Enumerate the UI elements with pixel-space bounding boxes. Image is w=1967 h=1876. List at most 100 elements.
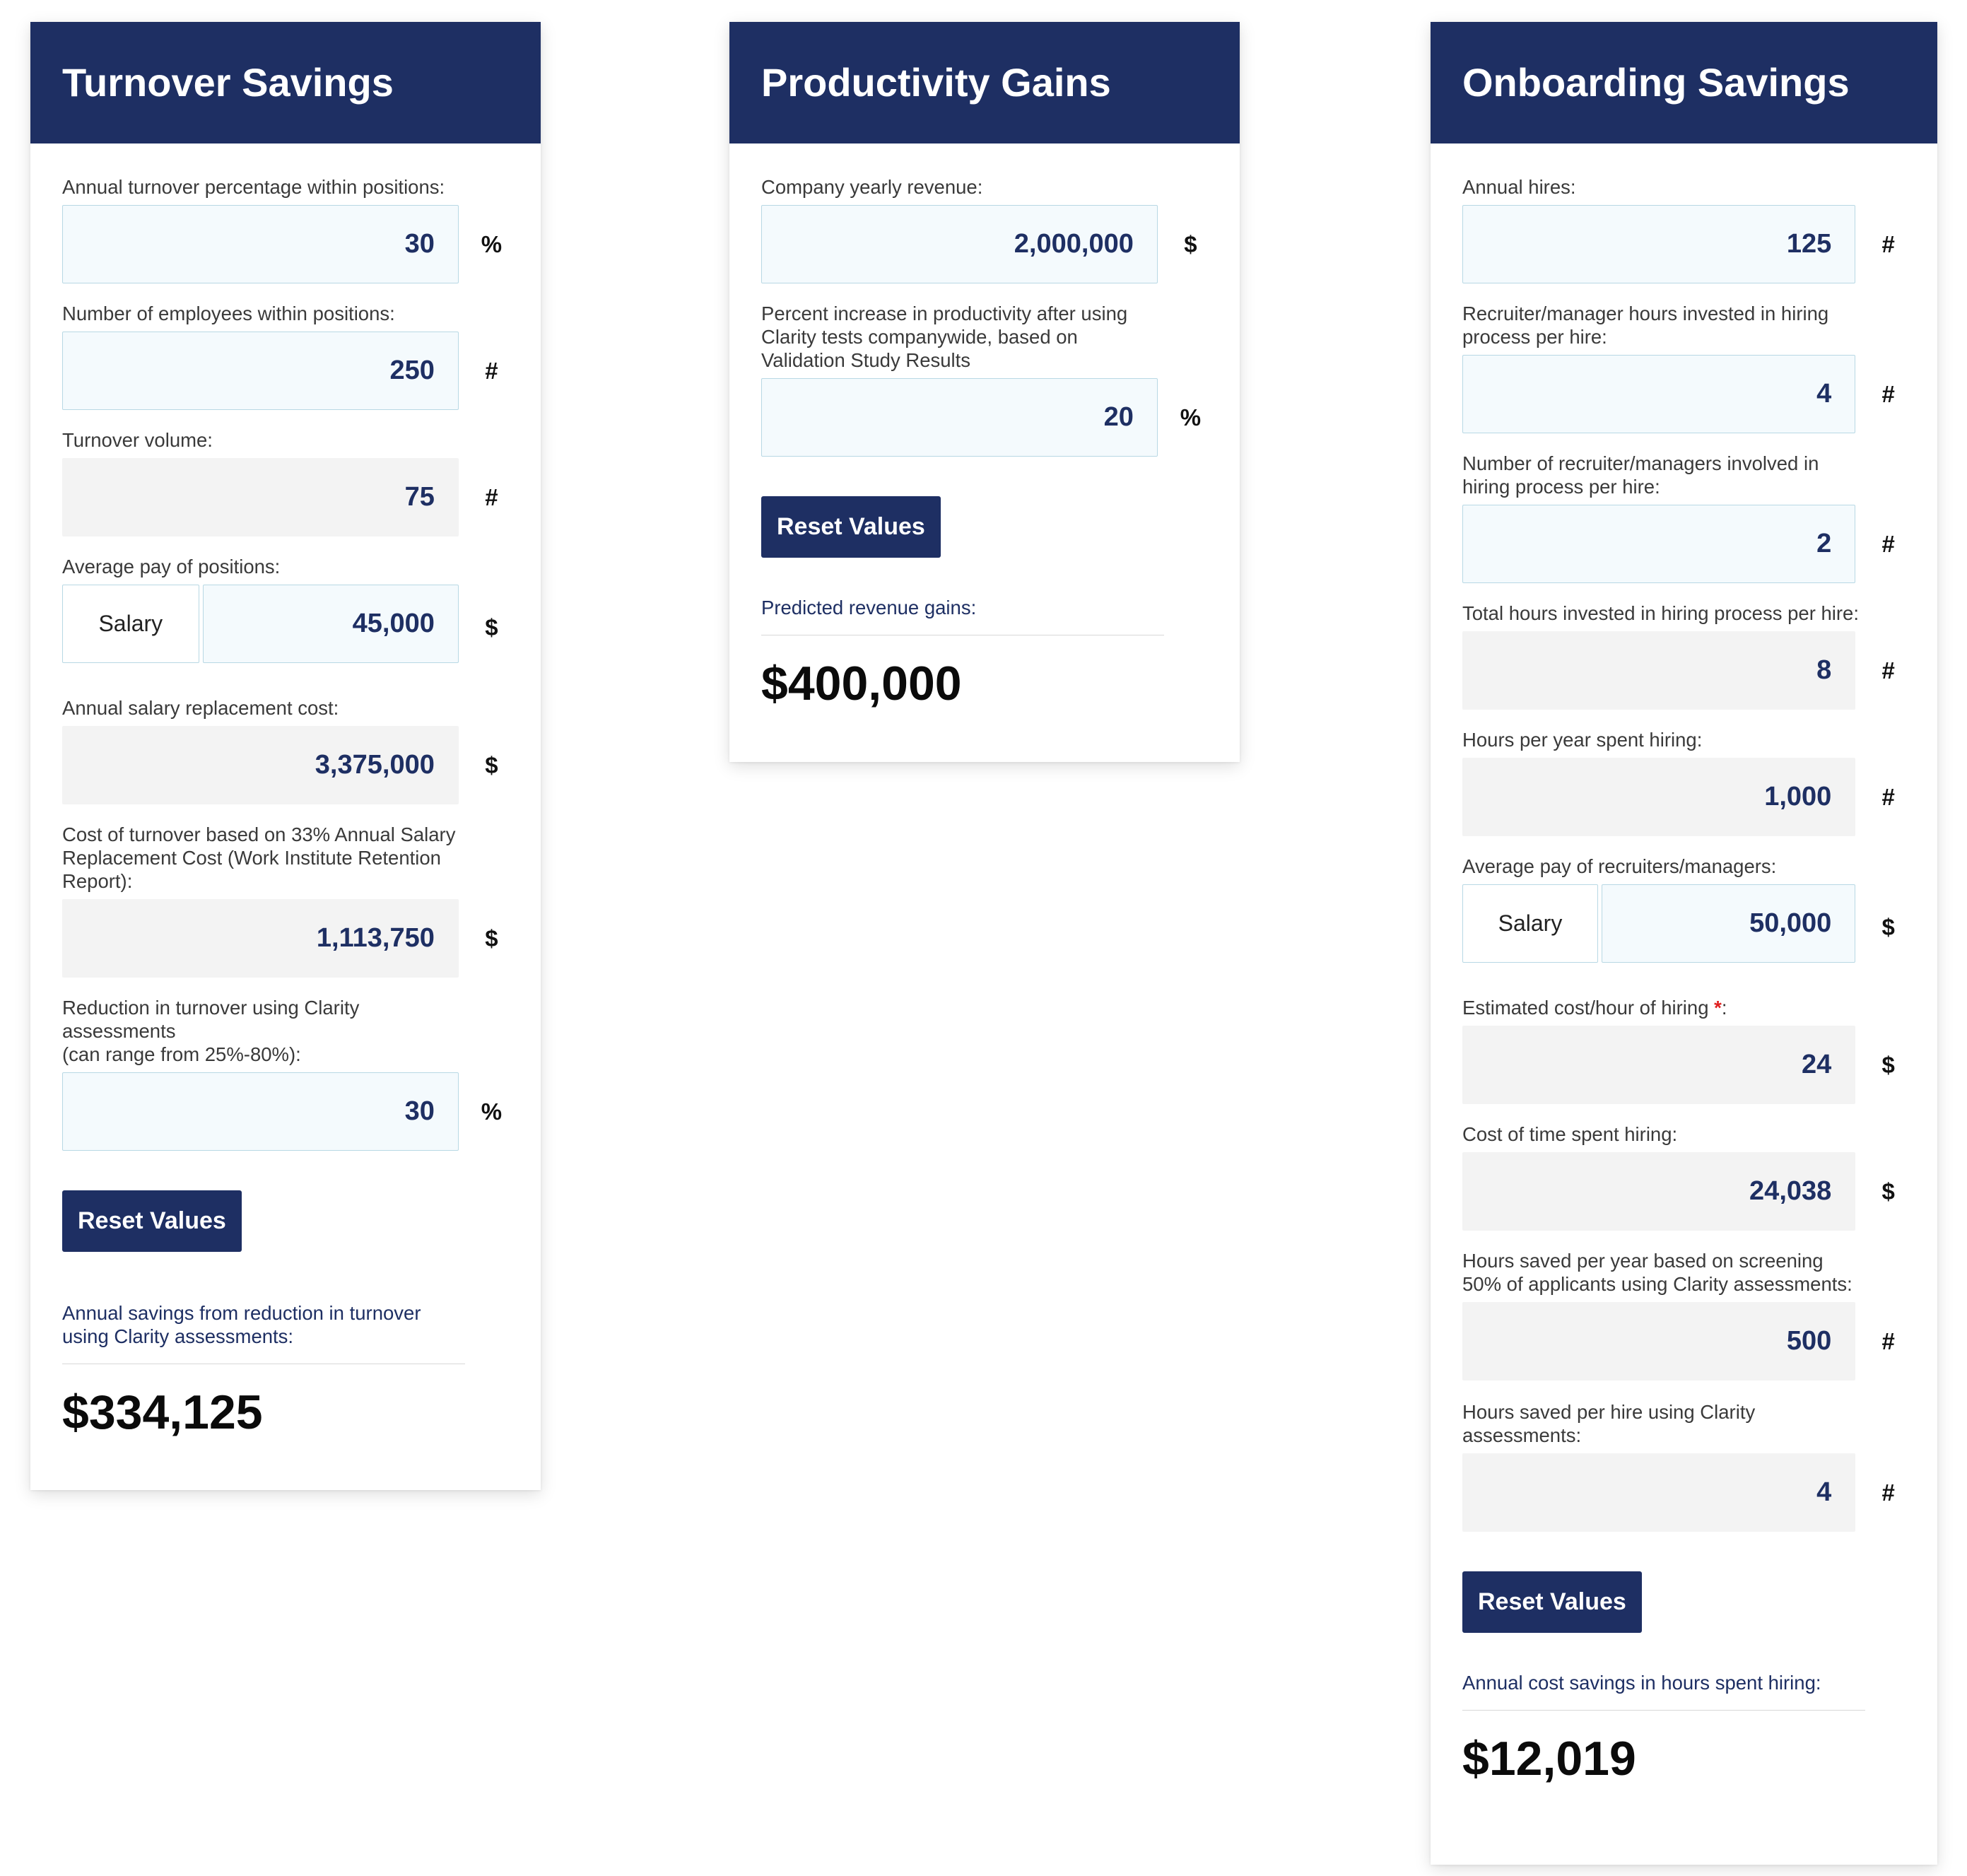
hours-saved-year-value: 500 [1462, 1302, 1856, 1380]
field-label: Hours per year spent hiring: [1462, 729, 1703, 751]
field-label: Number of recruiter/managers involved in… [1462, 452, 1819, 498]
field-label: Recruiter/manager hours invested in hiri… [1462, 303, 1829, 348]
unit-label: # [1881, 1479, 1895, 1506]
unit-label: $ [1184, 230, 1197, 257]
unit-label: # [1881, 230, 1895, 257]
reset-values-button[interactable]: Reset Values [761, 496, 941, 558]
recruiters-involved-field: Number of recruiter/managers involved in… [1462, 452, 1906, 583]
field-label-suffix: : [1721, 997, 1727, 1019]
cost-of-turnover-field: Cost of turnover based on 33% Annual Sal… [62, 823, 509, 978]
unit-label: # [1881, 530, 1895, 557]
unit-label: % [481, 1098, 503, 1125]
hours-per-hire-field: Recruiter/manager hours invested in hiri… [1462, 302, 1906, 433]
total-hours-value: 8 [1462, 631, 1856, 710]
field-label: Turnover volume: [62, 429, 213, 451]
result-value: $12,019 [1462, 1732, 1636, 1786]
card-title: Onboarding Savings [1431, 22, 1937, 143]
salary-replacement-field: Annual salary replacement cost: 3,375,00… [62, 696, 509, 804]
onboarding-savings-card: Onboarding Savings Annual hires: 125 # R… [1431, 22, 1937, 1865]
average-pay-input[interactable]: 45,000 [202, 585, 459, 663]
cost-of-time-value: 24,038 [1462, 1152, 1856, 1231]
unit-label: $ [1881, 1178, 1895, 1204]
field-label: Hours saved per year based on screening … [1462, 1250, 1852, 1295]
field-label: Average pay of positions: [62, 556, 281, 578]
result-label: Annual cost savings in hours spent hirin… [1462, 1671, 1865, 1711]
card-body: Annual turnover percentage within positi… [30, 143, 541, 1441]
field-label: Annual salary replacement cost: [62, 697, 339, 719]
productivity-gains-card: Productivity Gains Company yearly revenu… [729, 22, 1240, 762]
hours-per-year-field: Hours per year spent hiring: 1,000 # [1462, 728, 1906, 836]
field-label: Reduction in turnover using Clarity asse… [62, 996, 465, 1072]
turnover-savings-card: Turnover Savings Annual turnover percent… [30, 22, 541, 1490]
result-value: $400,000 [761, 657, 962, 710]
unit-label: % [481, 230, 503, 257]
company-revenue-input[interactable]: 2,000,000 [761, 205, 1158, 283]
pay-type-select[interactable]: Salary [1462, 884, 1598, 963]
unit-label: # [1881, 657, 1895, 684]
unit-label: $ [1881, 1051, 1895, 1078]
annual-hires-field: Annual hires: 125 # [1462, 175, 1906, 283]
card-body: Annual hires: 125 # Recruiter/manager ho… [1431, 143, 1937, 1787]
hours-saved-hire-field: Hours saved per hire using Clarity asses… [1462, 1400, 1906, 1532]
field-label-line: Reduction in turnover using Clarity asse… [62, 997, 360, 1042]
hours-per-hire-input[interactable]: 4 [1462, 355, 1856, 433]
result-value: $334,125 [62, 1385, 263, 1439]
total-hours-field: Total hours invested in hiring process p… [1462, 602, 1906, 710]
recruiter-pay-field: Average pay of recruiters/managers: Sala… [1462, 855, 1906, 963]
turnover-percentage-input[interactable]: 30 [62, 205, 459, 283]
hours-saved-hire-value: 4 [1462, 1453, 1856, 1532]
card-title: Turnover Savings [30, 22, 541, 143]
required-marker: * [1714, 997, 1722, 1019]
recruiter-pay-input[interactable]: 50,000 [1601, 884, 1856, 963]
turnover-volume-field: Turnover volume: 75 # [62, 428, 509, 537]
unit-label: # [485, 483, 498, 510]
productivity-increase-field: Percent increase in productivity after u… [761, 302, 1208, 457]
reset-values-button[interactable]: Reset Values [62, 1190, 242, 1252]
cost-per-hour-field: Estimated cost/hour of hiring *: 24 $ [1462, 996, 1906, 1104]
turnover-reduction-input[interactable]: 30 [62, 1072, 459, 1151]
field-label: Company yearly revenue: [761, 176, 983, 198]
company-revenue-field: Company yearly revenue: 2,000,000 $ [761, 175, 1208, 283]
field-label: Percent increase in productivity after u… [761, 303, 1128, 371]
field-label: Cost of time spent hiring: [1462, 1123, 1678, 1145]
cost-of-time-field: Cost of time spent hiring: 24,038 $ [1462, 1122, 1906, 1231]
unit-label: $ [1881, 913, 1895, 940]
turnover-percentage-field: Annual turnover percentage within positi… [62, 175, 509, 283]
field-label: Estimated cost/hour of hiring *: [1462, 996, 1865, 1026]
annual-hires-input[interactable]: 125 [1462, 205, 1856, 283]
unit-label: # [1881, 1327, 1895, 1354]
field-label: Total hours invested in hiring process p… [1462, 602, 1859, 624]
unit-label: % [1180, 404, 1202, 430]
cost-of-turnover-value: 1,113,750 [62, 899, 459, 978]
turnover-reduction-field: Reduction in turnover using Clarity asse… [62, 996, 509, 1151]
unit-label: # [1881, 783, 1895, 810]
unit-label: $ [485, 614, 498, 640]
result-label: Predicted revenue gains: [761, 596, 1164, 635]
field-label: Annual turnover percentage within positi… [62, 176, 445, 198]
unit-label: # [1881, 380, 1895, 407]
field-label: Number of employees within positions: [62, 303, 395, 324]
recruiters-involved-input[interactable]: 2 [1462, 505, 1856, 583]
cost-per-hour-value: 24 [1462, 1026, 1856, 1104]
employees-input[interactable]: 250 [62, 332, 459, 410]
reset-values-button[interactable]: Reset Values [1462, 1571, 1642, 1633]
field-label: Average pay of recruiters/managers: [1462, 855, 1777, 877]
field-label-line: (can range from 25%-80%): [62, 1043, 301, 1065]
salary-replacement-value: 3,375,000 [62, 726, 459, 804]
average-pay-field: Average pay of positions: Salary 45,000 … [62, 555, 509, 663]
employees-field: Number of employees within positions: 25… [62, 302, 509, 410]
productivity-increase-input[interactable]: 20 [761, 378, 1158, 457]
pay-type-select[interactable]: Salary [62, 585, 199, 663]
card-title: Productivity Gains [729, 22, 1240, 143]
hours-per-year-value: 1,000 [1462, 758, 1856, 836]
card-body: Company yearly revenue: 2,000,000 $ Perc… [729, 143, 1240, 712]
unit-label: $ [485, 751, 498, 778]
field-label: Annual hires: [1462, 176, 1576, 198]
turnover-volume-value: 75 [62, 458, 459, 537]
field-label: Hours saved per hire using Clarity asses… [1462, 1401, 1756, 1446]
field-label-text: Estimated cost/hour of hiring [1462, 997, 1709, 1019]
field-label: Cost of turnover based on 33% Annual Sal… [62, 823, 456, 892]
result-label: Annual savings from reduction in turnove… [62, 1301, 465, 1364]
unit-label: $ [485, 925, 498, 951]
unit-label: # [485, 357, 498, 384]
